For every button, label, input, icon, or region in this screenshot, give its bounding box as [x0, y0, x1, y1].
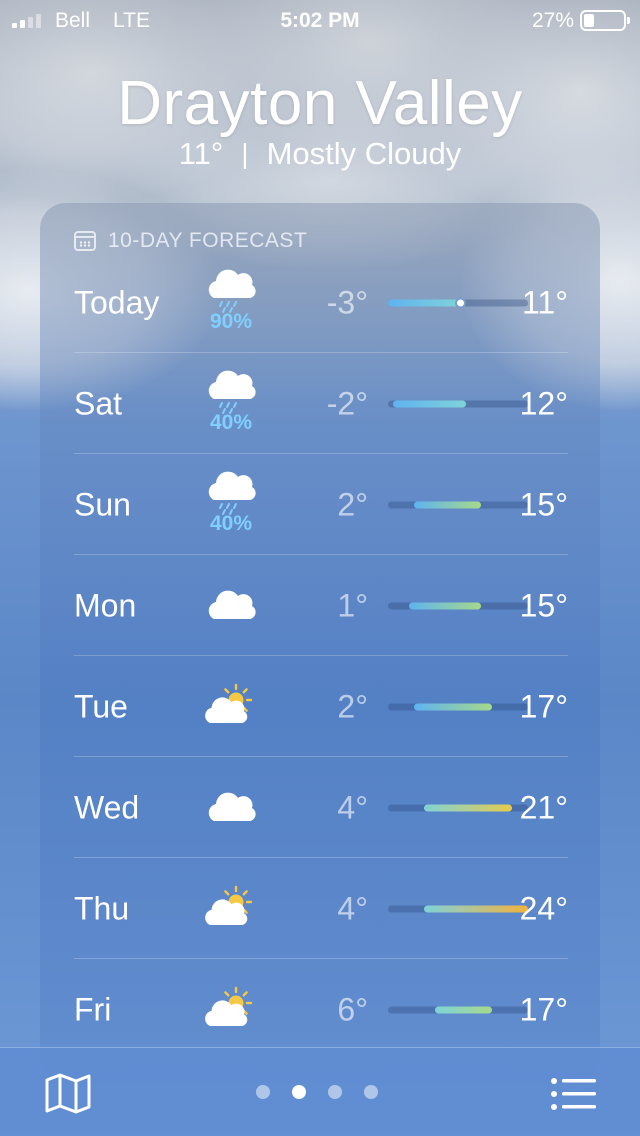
battery-icon: [580, 10, 630, 31]
city-list-button[interactable]: [550, 1076, 596, 1112]
temperature-range-fill: [413, 501, 482, 508]
temperature-range-fill: [413, 703, 492, 710]
bottom-toolbar: [0, 1047, 640, 1136]
temperature-range-fill: [408, 602, 482, 609]
forecast-row[interactable]: Today 90% -3° 11°: [74, 252, 568, 353]
ten-day-forecast-card[interactable]: 10-DAY FORECAST Today 90% -3° 11° Sat 40% -2° 1…: [40, 203, 600, 1083]
forecast-header: 10-DAY FORECAST: [74, 229, 307, 253]
temperature-range-fill: [393, 400, 466, 407]
cloud-icon: [208, 792, 256, 821]
high-temperature: 17°: [519, 991, 568, 1027]
list-icon: [551, 1078, 596, 1110]
forecast-row[interactable]: Sat 40% -2° 12°: [74, 353, 568, 454]
high-temperature: 15°: [519, 587, 568, 623]
page-dot[interactable]: [364, 1085, 378, 1099]
forecast-day: Sun: [74, 486, 131, 522]
low-temperature: 6°: [337, 991, 368, 1027]
high-temperature: 17°: [519, 688, 568, 724]
page-dot[interactable]: [328, 1085, 342, 1099]
low-temperature: -3°: [326, 284, 368, 320]
cloud-icon: [208, 590, 256, 619]
forecast-day: Thu: [74, 890, 130, 926]
forecast-day: Fri: [74, 991, 112, 1027]
weather-icon-container: [206, 252, 256, 353]
current-conditions: 11° | Mostly Cloudy: [0, 136, 640, 172]
precipitation-chance: 40%: [209, 411, 253, 434]
page-dot[interactable]: [292, 1085, 306, 1099]
page-indicator[interactable]: [256, 1085, 378, 1099]
partly-sunny-icon: [205, 885, 253, 925]
conditions-separator: |: [241, 138, 249, 169]
forecast-day: Tue: [74, 688, 128, 724]
low-temperature: 2°: [337, 688, 368, 724]
current-condition: Mostly Cloudy: [266, 136, 462, 171]
status-bar: Bell LTE 5:02 PM 27%: [0, 0, 640, 40]
temperature-range-fill: [434, 1006, 492, 1013]
low-temperature: 4°: [337, 890, 368, 926]
forecast-row[interactable]: Mon 1° 15°: [74, 555, 568, 656]
partly-sunny-icon: [205, 986, 253, 1026]
forecast-day: Wed: [74, 789, 140, 825]
weather-icon-container: [206, 757, 256, 858]
weather-icon-container: [206, 454, 256, 555]
forecast-day: Mon: [74, 587, 137, 623]
high-temperature: 12°: [519, 385, 568, 421]
precipitation-chance: 40%: [209, 512, 253, 535]
low-temperature: -2°: [326, 385, 368, 421]
high-temperature: 15°: [519, 486, 568, 522]
high-temperature: 21°: [519, 789, 568, 825]
weather-icon-container: [205, 959, 254, 1060]
weather-icon-container: [206, 353, 256, 454]
forecast-row[interactable]: Thu 4° 24°: [74, 858, 568, 959]
forecast-row[interactable]: Wed 4° 21°: [74, 757, 568, 858]
calendar-icon: [74, 231, 96, 251]
temperature-range-fill: [388, 299, 461, 306]
forecast-day: Today: [74, 284, 160, 320]
high-temperature: 24°: [519, 890, 568, 926]
low-temperature: 4°: [337, 789, 368, 825]
high-temperature: 11°: [521, 284, 568, 320]
weather-icon-container: [205, 656, 254, 757]
city-name: Drayton Valley: [117, 69, 523, 138]
map-button[interactable]: [44, 1072, 92, 1114]
page-dot[interactable]: [256, 1085, 270, 1099]
current-temperature: 11°: [178, 136, 224, 171]
forecast-row[interactable]: Fri 6° 17°: [74, 959, 568, 1060]
precipitation-chance: 90%: [209, 310, 253, 333]
forecast-row[interactable]: Sun 40% 2° 15°: [74, 454, 568, 555]
low-temperature: 1°: [337, 587, 368, 623]
current-temperature-marker: [455, 297, 467, 308]
forecast-title: 10-DAY FORECAST: [108, 229, 308, 252]
low-temperature: 2°: [337, 486, 368, 522]
battery-percentage: 27%: [531, 9, 574, 32]
map-icon: [45, 1073, 91, 1114]
forecast-row[interactable]: Tue 2° 17°: [74, 656, 568, 757]
forecast-day: Sat: [74, 385, 123, 421]
partly-sunny-icon: [205, 683, 253, 723]
weather-icon-container: [205, 858, 254, 959]
weather-icon-container: [206, 555, 256, 656]
